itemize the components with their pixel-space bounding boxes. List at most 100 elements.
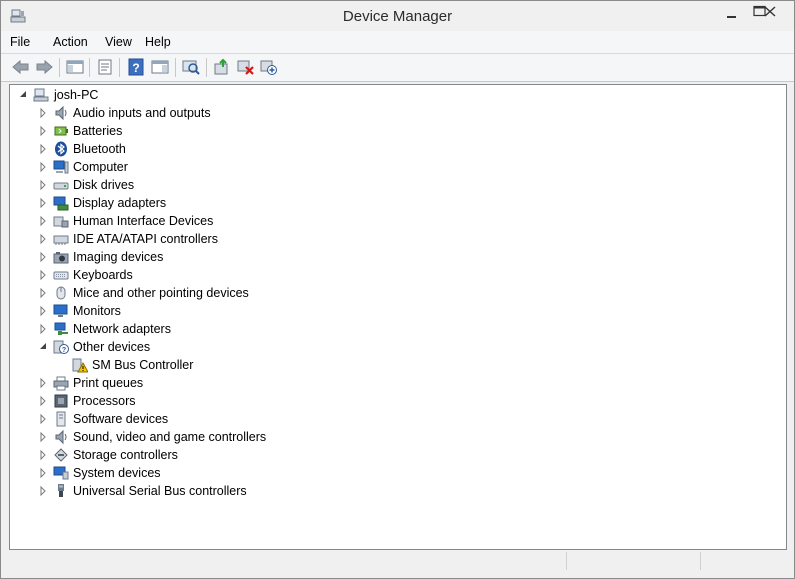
expand-arrow-icon[interactable]	[38, 140, 48, 158]
update-driver-icon[interactable]	[212, 58, 232, 76]
close-button[interactable]	[752, 3, 788, 25]
enable-device-icon[interactable]	[259, 58, 279, 76]
tree-category[interactable]: Universal Serial Bus controllers	[10, 482, 784, 500]
expand-arrow-icon[interactable]	[38, 446, 48, 464]
menu-help[interactable]: Help	[145, 35, 171, 49]
tree-item-label: Storage controllers	[73, 448, 178, 462]
tree-category[interactable]: Bluetooth	[10, 140, 784, 158]
tree-category[interactable]: Audio inputs and outputs	[10, 104, 784, 122]
show-hide-console-tree-icon[interactable]	[65, 58, 85, 76]
tree-category[interactable]: IDE ATA/ATAPI controllers	[10, 230, 784, 248]
tree-category[interactable]: Disk drives	[10, 176, 784, 194]
collapse-arrow-icon[interactable]	[18, 86, 28, 104]
title-bar[interactable]: Device Manager	[1, 1, 794, 31]
tree-category[interactable]: Keyboards	[10, 266, 784, 284]
expand-arrow-icon[interactable]	[38, 410, 48, 428]
expand-arrow-icon[interactable]	[38, 464, 48, 482]
tree-category[interactable]: Monitors	[10, 302, 784, 320]
svg-text:?: ?	[62, 347, 66, 354]
tree-category[interactable]: Software devices	[10, 410, 784, 428]
tree-item-label: Print queues	[73, 376, 144, 390]
tree-category[interactable]: System devices	[10, 464, 784, 482]
tree-category[interactable]: Computer	[10, 158, 784, 176]
tree-category[interactable]: Storage controllers	[10, 446, 784, 464]
tree-category[interactable]: Batteries	[10, 122, 784, 140]
tree-root[interactable]: josh-PC	[10, 86, 784, 104]
expand-arrow-icon[interactable]	[38, 194, 48, 212]
tree-category[interactable]: Mice and other pointing devices	[10, 284, 784, 302]
ide-controller-icon	[53, 235, 69, 245]
collapse-arrow-icon[interactable]	[38, 338, 48, 356]
expand-arrow-icon[interactable]	[38, 122, 48, 140]
back-icon[interactable]	[11, 58, 31, 76]
tree-category[interactable]: ? Other devices	[10, 338, 784, 356]
speaker-icon	[55, 105, 67, 121]
tree-item-label: System devices	[73, 466, 161, 480]
tree-item-label: Sound, video and game controllers	[73, 430, 267, 444]
software-device-icon	[56, 411, 66, 427]
tree-item-label: Computer	[73, 160, 128, 174]
expand-arrow-icon[interactable]	[38, 104, 48, 122]
expand-arrow-icon[interactable]	[38, 212, 48, 230]
scan-hardware-changes-icon[interactable]	[181, 58, 201, 76]
tree-item-label: Audio inputs and outputs	[73, 106, 211, 120]
status-segment	[700, 552, 785, 570]
expand-arrow-icon[interactable]	[38, 248, 48, 266]
bluetooth-icon	[55, 141, 67, 157]
tree-category[interactable]: Print queues	[10, 374, 784, 392]
tree-category[interactable]: Network adapters	[10, 320, 784, 338]
usb-icon	[58, 484, 64, 497]
hid-icon	[53, 216, 69, 228]
tree-item-label: Imaging devices	[73, 250, 164, 264]
tree-item-label: Software devices	[73, 412, 169, 426]
expand-arrow-icon[interactable]	[38, 266, 48, 284]
computer-icon	[33, 88, 49, 102]
processor-icon	[54, 394, 68, 408]
menu-action[interactable]: Action	[53, 35, 88, 49]
tree-child-item[interactable]: SM Bus Controller	[10, 356, 784, 374]
tree-category[interactable]: Display adapters	[10, 194, 784, 212]
tree-item-label: Monitors	[73, 304, 121, 318]
action-pane-icon[interactable]	[150, 58, 170, 76]
tree-item-label: Network adapters	[73, 322, 171, 336]
expand-arrow-icon[interactable]	[38, 176, 48, 194]
storage-controller-icon	[54, 448, 68, 462]
device-manager-window: Device Manager File Action View Help ? j…	[0, 0, 795, 579]
status-bar	[9, 550, 785, 572]
tree-category[interactable]: Processors	[10, 392, 784, 410]
keyboard-icon	[53, 271, 69, 280]
menu-file[interactable]: File	[10, 35, 30, 49]
help-icon[interactable]: ?	[126, 58, 146, 76]
window-title: Device Manager	[342, 8, 453, 25]
tree-item-label: Disk drives	[73, 178, 135, 192]
menu-view[interactable]: View	[105, 35, 132, 49]
disk-drive-icon	[53, 182, 69, 190]
camera-icon	[53, 252, 69, 264]
tree-item-label: IDE ATA/ATAPI controllers	[73, 232, 218, 246]
expand-arrow-icon[interactable]	[38, 482, 48, 500]
expand-arrow-icon[interactable]	[38, 158, 48, 176]
status-segment	[566, 552, 700, 570]
expand-arrow-icon[interactable]	[38, 392, 48, 410]
printer-icon	[53, 376, 69, 391]
tree-item-label: Universal Serial Bus controllers	[73, 484, 247, 498]
expand-arrow-icon[interactable]	[38, 320, 48, 338]
expand-arrow-icon[interactable]	[38, 374, 48, 392]
computer-icon	[53, 160, 69, 174]
tree-category[interactable]: Sound, video and game controllers	[10, 428, 784, 446]
tree-item-label: Keyboards	[73, 268, 133, 282]
expand-arrow-icon[interactable]	[38, 230, 48, 248]
properties-icon[interactable]	[95, 58, 115, 76]
expand-arrow-icon[interactable]	[38, 302, 48, 320]
expand-arrow-icon[interactable]	[38, 428, 48, 446]
device-tree[interactable]: josh-PC Audio inputs and outputs Batterie…	[9, 84, 787, 550]
display-adapter-icon	[53, 196, 69, 211]
forward-icon[interactable]	[34, 58, 54, 76]
tree-category[interactable]: Human Interface Devices	[10, 212, 784, 230]
uninstall-device-icon[interactable]	[236, 58, 256, 76]
mouse-icon	[56, 286, 66, 300]
tree-category[interactable]: Imaging devices	[10, 248, 784, 266]
tree-item-label: SM Bus Controller	[92, 358, 194, 372]
tree-item-label: Bluetooth	[73, 142, 126, 156]
expand-arrow-icon[interactable]	[38, 284, 48, 302]
